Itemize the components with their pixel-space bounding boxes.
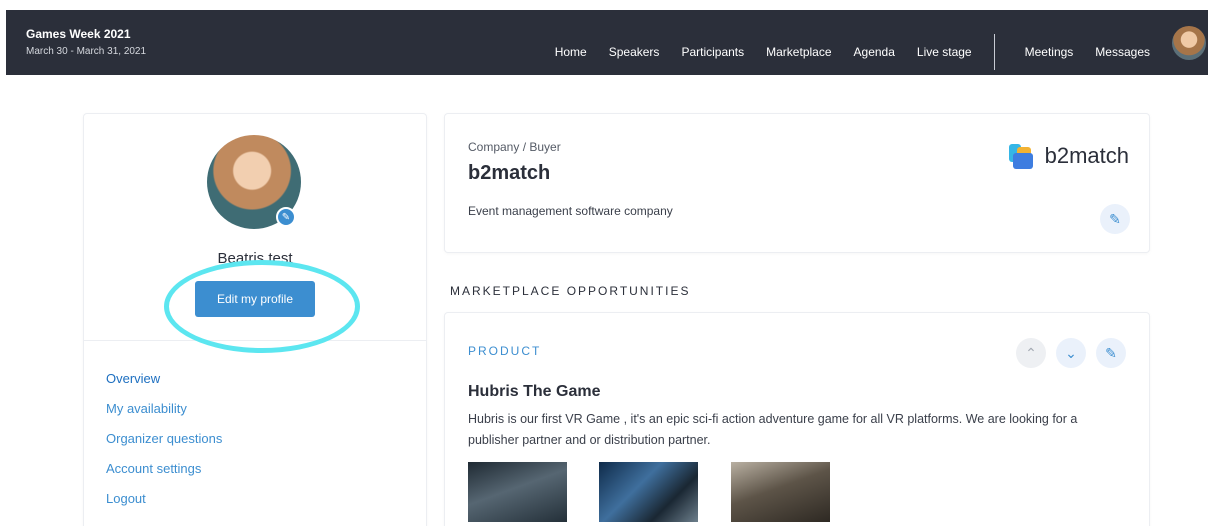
company-name: b2match [468, 162, 551, 184]
opportunity-type: PRODUCT [468, 344, 542, 358]
company-card: Company / Buyer b2match Event management… [445, 114, 1149, 252]
chevron-down-icon: ⌄ [1065, 344, 1077, 361]
nav-home[interactable]: Home [555, 45, 587, 59]
nav-agenda[interactable]: Agenda [854, 45, 895, 59]
top-navigation-bar: Games Week 2021 March 30 - March 31, 202… [6, 10, 1208, 75]
event-title[interactable]: Games Week 2021 [26, 27, 131, 41]
brand-name: b2match [1044, 143, 1129, 168]
user-avatar[interactable] [1172, 26, 1206, 60]
nav-messages[interactable]: Messages [1095, 45, 1150, 59]
profile-menu: Overview My availability Organizer quest… [106, 371, 222, 521]
opportunity-image[interactable] [468, 462, 567, 522]
menu-logout[interactable]: Logout [106, 491, 222, 521]
menu-account-settings[interactable]: Account settings [106, 461, 222, 491]
nav-meetings[interactable]: Meetings [1025, 45, 1074, 59]
edit-opportunity-button[interactable]: ✎ [1096, 338, 1126, 368]
menu-my-availability[interactable]: My availability [106, 401, 222, 431]
chevron-up-icon: ⌃ [1025, 344, 1037, 361]
main-nav: Home Speakers Participants Marketplace A… [555, 34, 1150, 70]
menu-overview[interactable]: Overview [106, 371, 222, 401]
company-type: Company / Buyer [468, 140, 561, 154]
company-logo: b2match [1007, 141, 1129, 171]
nav-speakers[interactable]: Speakers [609, 45, 660, 59]
nav-divider [993, 34, 995, 70]
opportunity-card: PRODUCT ⌃ ⌄ ✎ Hubris The Game Hubris is … [445, 313, 1149, 526]
pencil-icon: ✎ [1109, 210, 1121, 227]
opportunity-title: Hubris The Game [468, 383, 601, 400]
edit-profile-highlight [164, 260, 360, 353]
move-up-button[interactable]: ⌃ [1016, 338, 1046, 368]
edit-company-button[interactable]: ✎ [1100, 204, 1130, 234]
event-dates: March 30 - March 31, 2021 [26, 46, 147, 57]
menu-organizer-questions[interactable]: Organizer questions [106, 431, 222, 461]
marketplace-heading: MARKETPLACE OPPORTUNITIES [450, 284, 691, 298]
company-description: Event management software company [468, 204, 673, 218]
b2match-logo-icon [1007, 141, 1037, 171]
opportunity-description: Hubris is our first VR Game , it's an ep… [468, 412, 1078, 447]
move-down-button[interactable]: ⌄ [1056, 338, 1086, 368]
nav-participants[interactable]: Participants [681, 45, 744, 59]
avatar-edit-icon[interactable]: ✎ [276, 207, 296, 227]
nav-live-stage[interactable]: Live stage [917, 45, 972, 59]
pencil-icon: ✎ [1105, 344, 1117, 361]
opportunity-image[interactable] [731, 462, 830, 522]
opportunity-image[interactable] [599, 462, 698, 522]
nav-marketplace[interactable]: Marketplace [766, 45, 831, 59]
